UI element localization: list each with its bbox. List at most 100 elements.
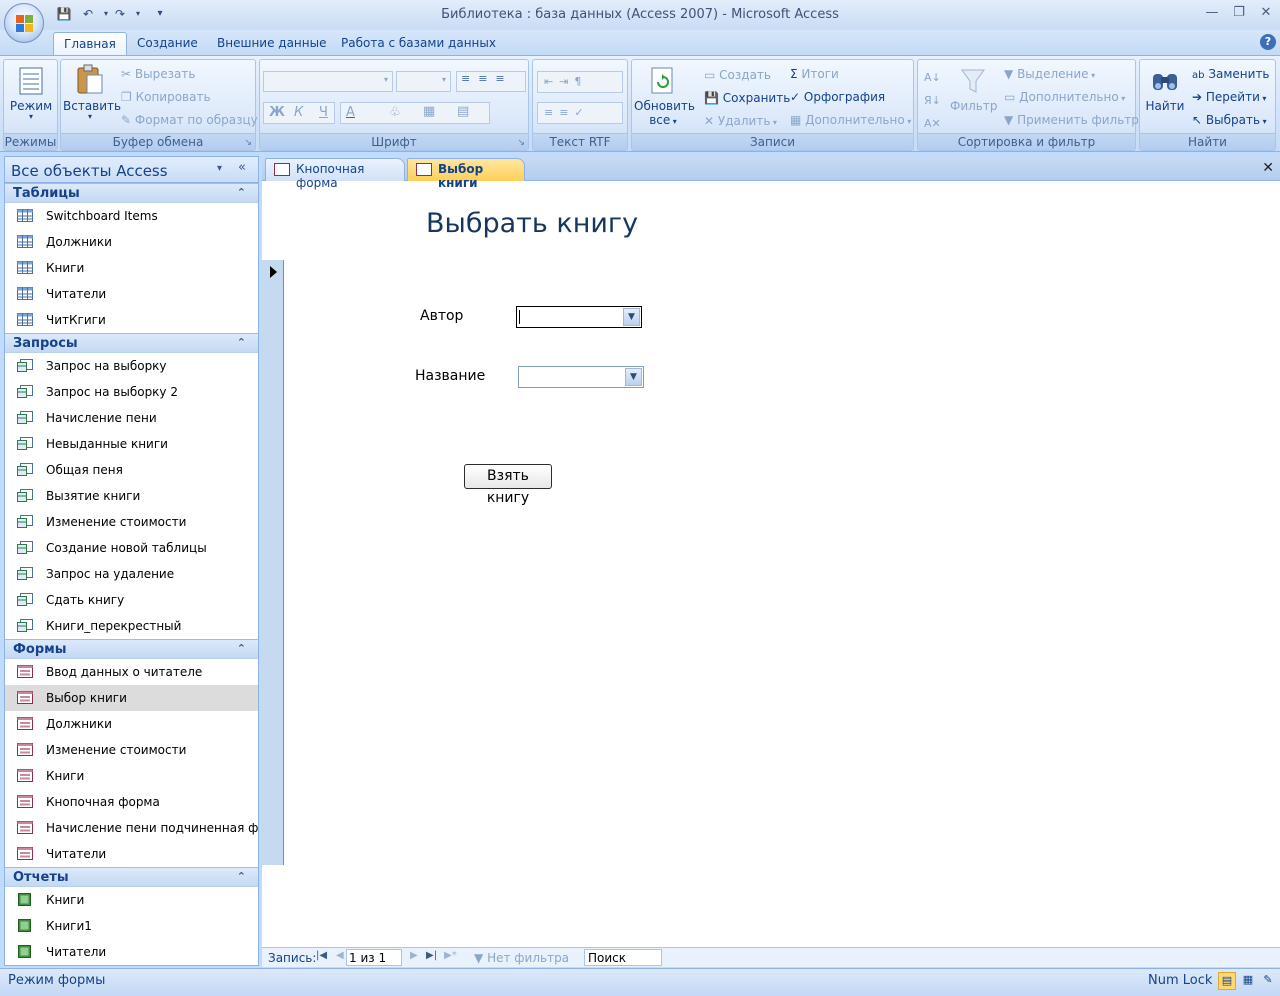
fill-color-icon[interactable]: ♧	[389, 105, 401, 120]
sort-descending-icon[interactable]: Я↓	[924, 89, 941, 112]
layout-view-icon[interactable]: ▦	[1239, 972, 1257, 990]
more-records-button[interactable]: ▦ Дополнительно ▾	[790, 113, 911, 127]
nav-item[interactable]: ЧитКгиги	[5, 307, 258, 333]
replace-button[interactable]: ab Заменить	[1192, 67, 1270, 81]
doc-tab-switchboard[interactable]: Кнопочная форма	[265, 158, 405, 190]
close-icon[interactable]: ✕	[1254, 4, 1278, 22]
list-buttons[interactable]: ≡≡✓	[537, 102, 623, 124]
nav-item[interactable]: Ввод данных о читателе	[5, 659, 258, 685]
indent-buttons[interactable]: ⇤⇥¶	[537, 71, 623, 93]
goto-button[interactable]: ➔ Перейти ▾	[1192, 90, 1266, 104]
first-record-icon[interactable]: |◀	[316, 950, 327, 961]
restore-icon[interactable]: ❐	[1227, 4, 1251, 22]
nav-section-queries[interactable]: Запросы ⌃	[5, 333, 258, 353]
advanced-filter-button[interactable]: ▭ Дополнительно ▾	[1004, 90, 1125, 104]
collapse-chevron-icon[interactable]: ⌃	[237, 642, 246, 655]
cut-button[interactable]: ✂ Вырезать	[121, 67, 195, 81]
filter-button[interactable]: Фильтр	[950, 66, 997, 113]
nav-item[interactable]: Запрос на выборку	[5, 353, 258, 379]
toggle-filter-button[interactable]: ▼ Применить фильтр	[1004, 113, 1139, 127]
help-icon[interactable]: ?	[1260, 34, 1276, 50]
save-record-button[interactable]: 💾 Сохранить	[704, 91, 790, 105]
select-button[interactable]: ↖ Выбрать ▾	[1192, 113, 1267, 127]
underline-button[interactable]: Ч	[319, 105, 328, 120]
nav-item[interactable]: Книги_перекрестный	[5, 613, 258, 639]
new-record-nav-icon[interactable]: ▶*	[444, 950, 457, 961]
collapse-chevron-icon[interactable]: ⌃	[237, 186, 246, 199]
nav-item[interactable]: Запрос на выборку 2	[5, 379, 258, 405]
doc-tab-choose-book[interactable]: Выбор книги	[407, 158, 525, 190]
record-position-input[interactable]: 1 из 1	[346, 949, 402, 966]
author-dropdown-icon[interactable]: ▼	[623, 308, 640, 326]
sort-ascending-icon[interactable]: A↓	[924, 66, 941, 89]
font-size-select[interactable]: ▾	[396, 71, 451, 92]
nav-menu-dropdown-icon[interactable]: ▾	[217, 163, 222, 174]
bold-button[interactable]: Ж	[269, 105, 285, 120]
collapse-chevron-icon[interactable]: ⌃	[237, 870, 246, 883]
nav-item[interactable]: Должники	[5, 711, 258, 737]
alignment-buttons[interactable]: ≡≡≡	[456, 71, 526, 92]
record-selector[interactable]	[262, 260, 284, 865]
new-record-button[interactable]: ▭ Создать	[704, 68, 771, 82]
close-document-icon[interactable]: ✕	[1262, 160, 1274, 176]
nav-item[interactable]: Запрос на удаление	[5, 561, 258, 587]
nav-item[interactable]: Читатели	[5, 281, 258, 307]
office-button[interactable]	[4, 3, 44, 43]
nav-item[interactable]: Читатели	[5, 841, 258, 867]
paste-button[interactable]: Вставить ▾	[63, 64, 121, 121]
no-filter-indicator[interactable]: ▼ Нет фильтра	[474, 951, 569, 965]
nav-item[interactable]: Читатели	[5, 939, 258, 965]
nav-item[interactable]: Кнопочная форма	[5, 789, 258, 815]
delete-record-button[interactable]: ✕ Удалить ▾	[704, 114, 777, 128]
nav-item[interactable]: Сдать книгу	[5, 587, 258, 613]
nav-section-reports[interactable]: Отчеты ⌃	[5, 867, 258, 887]
collapse-chevron-icon[interactable]: ⌃	[237, 336, 246, 349]
copy-button[interactable]: ❐ Копировать	[121, 90, 211, 104]
selection-button[interactable]: ▼ Выделение ▾	[1004, 67, 1095, 81]
nav-item[interactable]: Невыданные книги	[5, 431, 258, 457]
shutter-bar-close-icon[interactable]: «	[238, 160, 246, 175]
nav-item[interactable]: Книги	[5, 255, 258, 281]
nav-item[interactable]: Начисление пени	[5, 405, 258, 431]
search-input[interactable]: Поиск	[584, 949, 662, 966]
title-combo[interactable]: ▼	[518, 366, 644, 388]
nav-item[interactable]: Вызятие книги	[5, 483, 258, 509]
font-color-button[interactable]: A	[346, 105, 355, 120]
view-mode-button[interactable]: Режим ▾	[8, 66, 54, 121]
dialog-launcher-icon[interactable]: ↘	[244, 138, 252, 148]
format-painter-button[interactable]: ✎ Формат по образцу	[121, 113, 258, 127]
next-record-icon[interactable]: ▶	[410, 950, 418, 961]
author-combo[interactable]: ▼	[516, 306, 642, 328]
nav-item[interactable]: Изменение стоимости	[5, 737, 258, 763]
clear-sort-icon[interactable]: A✕	[924, 112, 941, 135]
nav-pane-header[interactable]: Все объекты Access ▾ «	[5, 157, 258, 183]
nav-item[interactable]: Switchboard Items	[5, 203, 258, 229]
nav-item[interactable]: Выбор книги	[5, 685, 258, 711]
nav-item[interactable]: Изменение стоимости	[5, 509, 258, 535]
form-view-icon[interactable]: ▤	[1218, 972, 1236, 990]
tab-database-tools[interactable]: Работа с базами данных	[331, 32, 506, 56]
tab-home[interactable]: Главная	[53, 32, 127, 56]
nav-item[interactable]: Книги	[5, 887, 258, 913]
minimize-icon[interactable]: —	[1200, 4, 1224, 22]
refresh-all-button[interactable]: Обновить все ▾	[634, 66, 695, 127]
last-record-icon[interactable]: ▶|	[426, 950, 437, 961]
tab-create[interactable]: Создание	[127, 32, 208, 56]
nav-item[interactable]: Книги	[5, 763, 258, 789]
title-dropdown-icon[interactable]: ▼	[625, 368, 642, 386]
nav-item[interactable]: Должники	[5, 229, 258, 255]
design-view-icon[interactable]: ✎	[1259, 972, 1277, 990]
dialog-launcher-icon[interactable]: ↘	[517, 138, 525, 148]
sort-buttons[interactable]: A↓ Я↓ A✕	[924, 66, 941, 135]
totals-button[interactable]: Σ Итоги	[790, 67, 839, 81]
spelling-button[interactable]: ✓ Орфография	[790, 90, 885, 104]
nav-item[interactable]: Начисление пени подчиненная фо...	[5, 815, 258, 841]
nav-section-forms[interactable]: Формы ⌃	[5, 639, 258, 659]
alternate-fill-icon[interactable]: ▤	[457, 104, 469, 119]
font-name-select[interactable]: ▾	[263, 71, 393, 92]
nav-item[interactable]: Общая пеня	[5, 457, 258, 483]
take-book-button[interactable]: Взять книгу	[464, 464, 552, 506]
nav-item[interactable]: Книги1	[5, 913, 258, 939]
nav-item[interactable]: Создание новой таблицы	[5, 535, 258, 561]
tab-external-data[interactable]: Внешние данные	[207, 32, 336, 56]
